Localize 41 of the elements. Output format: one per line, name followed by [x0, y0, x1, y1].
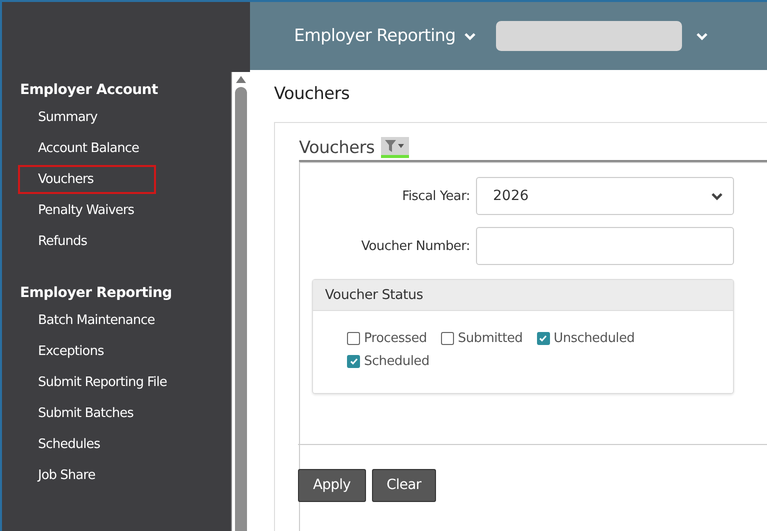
- checkbox-label: Scheduled: [364, 354, 430, 369]
- checkbox[interactable]: [347, 355, 360, 368]
- checkbox-label: Processed: [364, 331, 427, 346]
- panel-title: Voucher Status: [313, 280, 733, 311]
- chevron-down-icon: [464, 32, 476, 40]
- check-icon: [350, 358, 358, 365]
- field-label: Fiscal Year:: [401, 188, 470, 204]
- sidebar-item[interactable]: Exceptions: [18, 337, 156, 366]
- fiscal-year-select[interactable]: 2026: [476, 177, 734, 215]
- sidebar-item[interactable]: Account Balance: [18, 134, 156, 163]
- filter-icon: [384, 140, 405, 152]
- apply-button[interactable]: Apply: [298, 469, 366, 502]
- sidebar-item[interactable]: Penalty Waivers: [18, 196, 156, 225]
- sidebar-item[interactable]: Submit Reporting File: [18, 368, 175, 397]
- checkbox[interactable]: [536, 332, 550, 345]
- checkbox-label: Submitted: [458, 331, 523, 346]
- field-label: Voucher Number:: [360, 238, 470, 254]
- chevron-down-icon: [711, 192, 723, 200]
- page-title: Vouchers: [274, 84, 351, 104]
- scroll-up-icon[interactable]: [236, 76, 246, 83]
- scrollbar[interactable]: [231, 72, 250, 531]
- checkbox[interactable]: [440, 332, 454, 345]
- filter-button[interactable]: [380, 137, 409, 158]
- checkbox-label: Unscheduled: [554, 331, 635, 346]
- card-title: Vouchers: [299, 138, 375, 158]
- sidebar-item[interactable]: Batch Maintenance: [18, 306, 163, 335]
- clear-button[interactable]: Clear: [372, 469, 436, 502]
- input-field[interactable]: [476, 227, 734, 265]
- chevron-down-icon: [696, 32, 708, 40]
- scrollbar-thumb[interactable]: [235, 87, 247, 531]
- sidebar-item[interactable]: Vouchers: [18, 165, 156, 194]
- sidebar-item[interactable]: Submit Batches: [18, 399, 156, 428]
- sidebar-item[interactable]: Schedules: [18, 430, 156, 459]
- sidebar-section-title: Employer Account: [20, 82, 159, 98]
- sidebar-section-title: Employer Reporting: [20, 285, 173, 301]
- check-icon: [539, 335, 548, 342]
- sidebar-item[interactable]: Summary: [18, 103, 156, 132]
- checkbox[interactable]: [347, 332, 360, 345]
- menu-dropdown[interactable]: Employer Reporting: [294, 26, 476, 46]
- sidebar-item[interactable]: Job Share: [18, 461, 156, 490]
- sidebar-item[interactable]: Refunds: [18, 227, 156, 256]
